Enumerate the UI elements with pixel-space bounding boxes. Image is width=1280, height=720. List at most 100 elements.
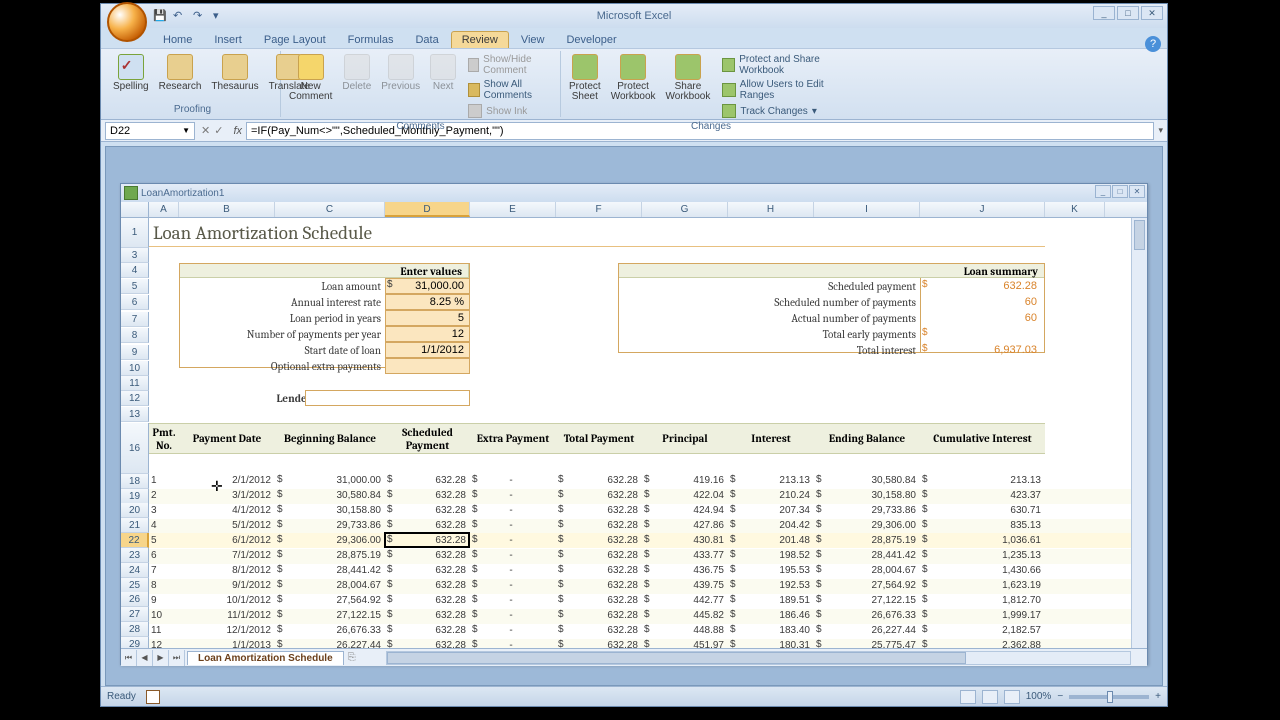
table-cell[interactable]: 28,004.67 xyxy=(814,564,920,578)
table-cell[interactable]: 207.34 xyxy=(728,504,814,518)
table-cell[interactable]: 632.28 xyxy=(385,549,470,563)
select-all-corner[interactable] xyxy=(121,202,149,217)
row-header-29[interactable]: 29 xyxy=(121,637,149,648)
row-header-8[interactable]: 8 xyxy=(121,328,149,343)
table-cell[interactable]: 424.94 xyxy=(642,504,728,518)
table-cell[interactable]: 11 xyxy=(149,624,179,638)
table-cell[interactable]: 445.82 xyxy=(642,609,728,623)
table-cell[interactable]: 442.77 xyxy=(642,594,728,608)
table-cell[interactable]: 27,564.92 xyxy=(275,594,385,608)
table-cell[interactable]: 632.28 xyxy=(556,564,642,578)
table-cell[interactable]: 632.28 xyxy=(556,639,642,648)
table-cell[interactable]: 632.28 xyxy=(556,504,642,518)
row-header-1[interactable]: 1 xyxy=(121,218,149,248)
table-cell[interactable]: 30,158.80 xyxy=(814,489,920,503)
table-cell[interactable]: 8 xyxy=(149,579,179,593)
scrollbar-thumb[interactable] xyxy=(1134,220,1145,250)
table-cell[interactable]: 632.28 xyxy=(556,519,642,533)
table-cell[interactable]: 189.51 xyxy=(728,594,814,608)
table-cell[interactable]: 31,000.00 xyxy=(275,474,385,488)
tab-view[interactable]: View xyxy=(511,32,555,48)
col-header-E[interactable]: E xyxy=(470,202,556,217)
vertical-scrollbar[interactable] xyxy=(1131,218,1147,648)
table-cell[interactable]: 28,004.67 xyxy=(275,579,385,593)
table-cell[interactable]: 5 xyxy=(149,534,179,548)
share-workbook-button[interactable]: Share Workbook xyxy=(664,53,713,103)
undo-icon[interactable]: ↶ xyxy=(173,9,187,23)
table-cell[interactable]: 12 xyxy=(149,639,179,648)
table-cell[interactable]: 186.46 xyxy=(728,609,814,623)
horizontal-scrollbar[interactable] xyxy=(386,651,1131,665)
new-comment-button[interactable]: New Comment xyxy=(287,53,334,103)
table-cell[interactable]: 427.86 xyxy=(642,519,728,533)
table-cell[interactable]: 192.53 xyxy=(728,579,814,593)
save-icon[interactable]: 💾 xyxy=(153,9,167,23)
research-button[interactable]: Research xyxy=(157,53,204,93)
table-cell[interactable]: 26,676.33 xyxy=(814,609,920,623)
workbook-minimize-button[interactable]: _ xyxy=(1095,185,1111,198)
tab-home[interactable]: Home xyxy=(153,32,202,48)
scrollbar-thumb[interactable] xyxy=(387,652,967,664)
qat-dropdown-icon[interactable]: ▾ xyxy=(213,9,227,23)
zoom-in-button[interactable]: + xyxy=(1155,691,1161,702)
thesaurus-button[interactable]: Thesaurus xyxy=(209,53,260,93)
table-cell[interactable]: 439.75 xyxy=(642,579,728,593)
table-cell[interactable]: 632.28 xyxy=(556,609,642,623)
table-cell[interactable]: 632.28 xyxy=(385,594,470,608)
table-cell[interactable]: 25,775.47 xyxy=(814,639,920,648)
table-cell[interactable]: 3 xyxy=(149,504,179,518)
table-cell[interactable]: 1,430.66 xyxy=(920,564,1045,578)
row-header-23[interactable]: 23 xyxy=(121,548,149,563)
table-cell[interactable]: 632.28 xyxy=(385,489,470,503)
table-cell[interactable]: 183.40 xyxy=(728,624,814,638)
row-header-25[interactable]: 25 xyxy=(121,578,149,593)
row-header-16[interactable]: 16 xyxy=(121,423,149,474)
row-header-5[interactable]: 5 xyxy=(121,279,149,294)
row-header-21[interactable]: 21 xyxy=(121,518,149,533)
table-cell[interactable]: 1,812.70 xyxy=(920,594,1045,608)
table-cell[interactable]: - xyxy=(470,564,556,578)
table-cell[interactable]: 632.28 xyxy=(385,519,470,533)
last-sheet-button[interactable]: ⏭ xyxy=(169,650,185,666)
table-cell[interactable]: 632.28 xyxy=(556,549,642,563)
col-header-C[interactable]: C xyxy=(275,202,385,217)
table-cell[interactable]: 1,623.19 xyxy=(920,579,1045,593)
table-cell[interactable]: 30,580.84 xyxy=(814,474,920,488)
table-cell[interactable]: 632.28 xyxy=(385,474,470,488)
row-header-20[interactable]: 20 xyxy=(121,503,149,518)
table-cell[interactable]: 451.97 xyxy=(642,639,728,648)
row-header-13[interactable]: 13 xyxy=(121,407,149,422)
table-cell[interactable]: 632.28 xyxy=(385,609,470,623)
table-cell[interactable]: - xyxy=(470,504,556,518)
table-cell[interactable]: 180.31 xyxy=(728,639,814,648)
table-cell[interactable]: 7 xyxy=(149,564,179,578)
grid-body[interactable]: Loan Amortization ScheduleEnter valuesLo… xyxy=(149,218,1131,648)
table-cell[interactable]: 195.53 xyxy=(728,564,814,578)
zoom-level[interactable]: 100% xyxy=(1026,691,1052,702)
expand-formula-icon[interactable]: ▾ xyxy=(1158,125,1163,136)
col-header-G[interactable]: G xyxy=(642,202,728,217)
tab-review[interactable]: Review xyxy=(451,31,509,48)
table-cell[interactable]: 27,564.92 xyxy=(814,579,920,593)
table-cell[interactable]: 2,362.88 xyxy=(920,639,1045,648)
table-cell[interactable]: 28,441.42 xyxy=(275,564,385,578)
table-cell[interactable]: 26,676.33 xyxy=(275,624,385,638)
table-cell[interactable]: 204.42 xyxy=(728,519,814,533)
table-cell[interactable]: 27,122.15 xyxy=(814,594,920,608)
table-cell[interactable]: 28,875.19 xyxy=(275,549,385,563)
table-cell[interactable]: - xyxy=(470,489,556,503)
row-header-19[interactable]: 19 xyxy=(121,489,149,504)
table-cell[interactable]: - xyxy=(470,534,556,548)
table-cell[interactable]: 5/1/2012 xyxy=(179,519,275,533)
lender-input[interactable] xyxy=(305,390,470,406)
table-cell[interactable]: - xyxy=(470,594,556,608)
table-cell[interactable]: 28,441.42 xyxy=(814,549,920,563)
table-cell[interactable]: 2 xyxy=(149,489,179,503)
table-cell[interactable]: 632.28 xyxy=(556,579,642,593)
row-header-9[interactable]: 9 xyxy=(121,345,149,360)
table-cell[interactable]: 632.28 xyxy=(556,489,642,503)
page-layout-view-button[interactable] xyxy=(982,690,998,704)
table-cell[interactable]: 3/1/2012 xyxy=(179,489,275,503)
col-header-F[interactable]: F xyxy=(556,202,642,217)
col-header-B[interactable]: B xyxy=(179,202,275,217)
